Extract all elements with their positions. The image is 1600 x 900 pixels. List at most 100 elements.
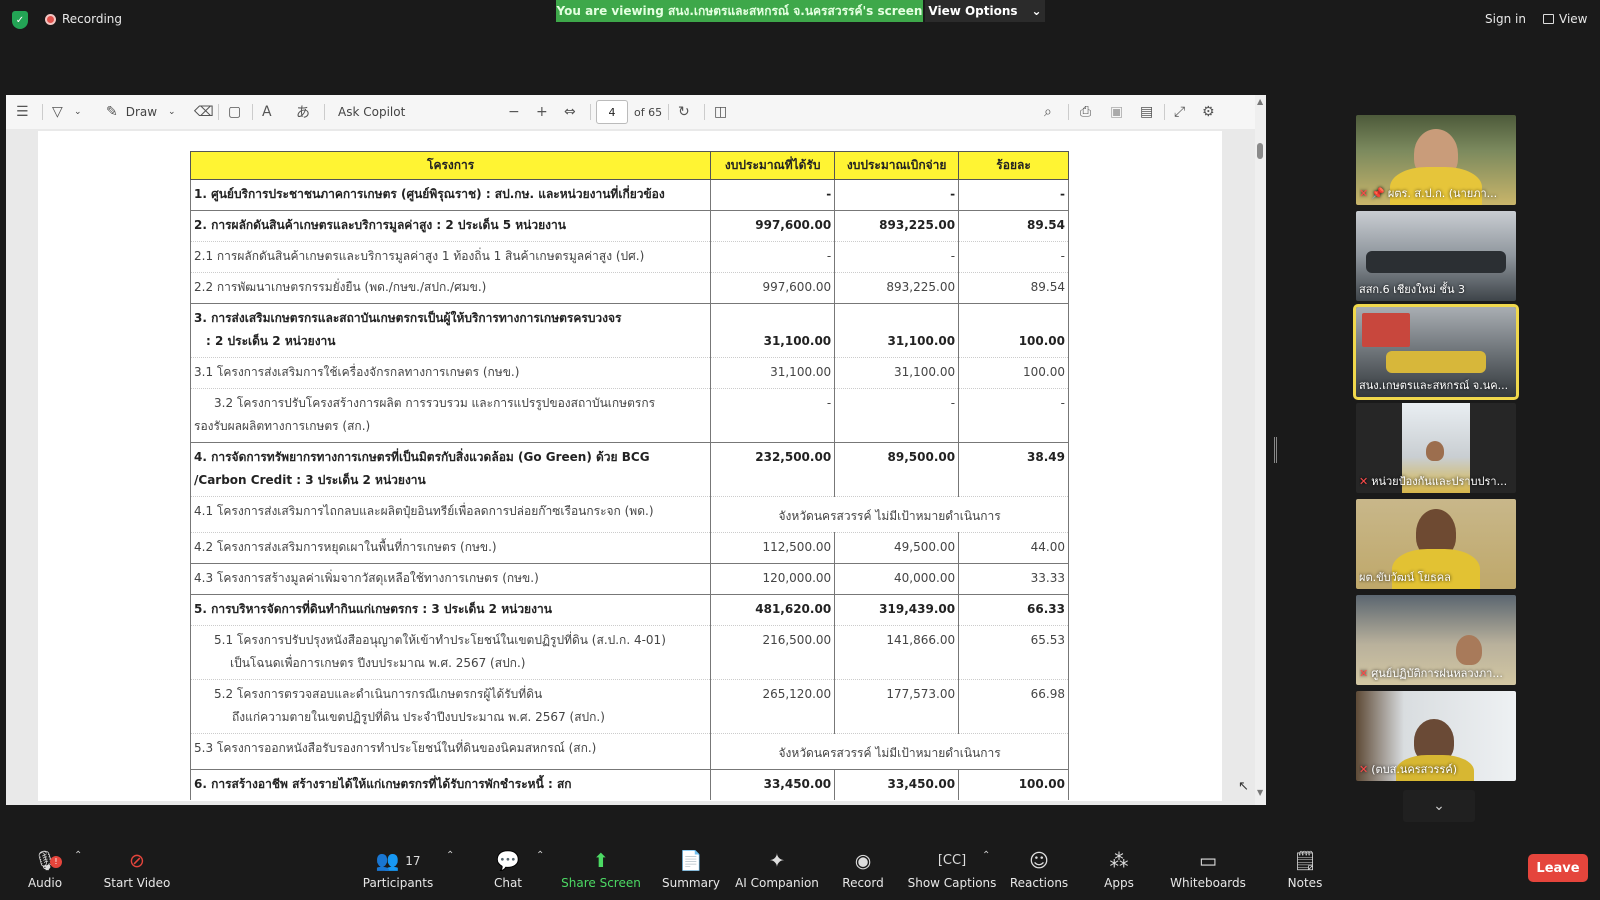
save-as-icon[interactable]: ▤: [1140, 95, 1153, 129]
meeting-controls-bar: 🎙 Audio ! ⌃ ⊘ Start Video 👥 17 Participa…: [0, 840, 1600, 900]
recording-indicator: Recording: [45, 12, 122, 26]
draw-chevron-icon[interactable]: ⌄: [168, 95, 176, 129]
row-percent: 89.54: [958, 272, 1069, 304]
search-icon[interactable]: ⌕: [1044, 95, 1052, 129]
row-spent: 319,439.00: [834, 594, 960, 626]
ai-companion-button[interactable]: ✦ AI Companion: [732, 848, 822, 890]
header-project: โครงการ: [189, 151, 712, 180]
row-received: 112,500.00: [710, 532, 836, 564]
row-spent: -: [834, 388, 960, 443]
row-percent: 89.54: [958, 210, 1069, 242]
rotate-icon[interactable]: ↻: [678, 95, 690, 129]
participant-name-text: สนง.เกษตรและสหกรณ์ จ.นค...: [1359, 379, 1509, 392]
participant-tile[interactable]: ✕ หน่วยป้องกันและปราบปรา...: [1356, 403, 1516, 493]
page-view-icon[interactable]: ▢: [228, 95, 241, 129]
row-label: 5.1 โครงการปรับปรุงหนังสืออนุญาตให้เข้าท…: [189, 625, 712, 680]
chat-options-caret-icon[interactable]: ⌃: [536, 850, 544, 861]
sign-in-link[interactable]: Sign in: [1485, 12, 1526, 26]
gallery-resize-handle[interactable]: [1274, 437, 1277, 463]
reactions-label: Reactions: [1009, 876, 1069, 890]
ask-copilot-button[interactable]: Ask Copilot: [338, 95, 405, 129]
participant-tile-active-speaker[interactable]: สนง.เกษตรและสหกรณ์ จ.นค...: [1353, 304, 1519, 400]
summary-button[interactable]: 📄 Summary: [646, 848, 736, 890]
row-percent: 33.33: [958, 563, 1069, 595]
participant-tile[interactable]: ✕ (ตบส.นครสวรรค์): [1356, 691, 1516, 781]
captions-options-caret-icon[interactable]: ⌃: [982, 850, 990, 861]
row-percent: 44.00: [958, 532, 1069, 564]
record-icon: ◉: [854, 850, 872, 872]
row-label-line1: 3.2 โครงการปรับโครงสร้างการผลิต การรวบรว…: [214, 396, 656, 410]
highlight-chevron-icon[interactable]: ⌄: [74, 95, 82, 129]
audio-options-caret-icon[interactable]: ⌃: [74, 850, 82, 861]
fit-width-icon[interactable]: ⇔: [564, 95, 576, 129]
table-row: 4.1 โครงการส่งเสริมการไถกลบและผลิตปุ๋ยอิ…: [189, 496, 1069, 533]
whiteboards-button[interactable]: ▭ Whiteboards: [1163, 848, 1253, 890]
row-label-line1: 3. การส่งเสริมเกษตรกรและสถาบันเกษตรกรเป็…: [194, 311, 622, 325]
mouse-cursor-icon: ↖: [1238, 779, 1249, 794]
row-percent: -: [958, 179, 1069, 211]
header-received: งบประมาณที่ได้รับ: [710, 151, 836, 180]
page-number-group: 4: [596, 95, 628, 129]
row-received: 33,450.00: [710, 769, 836, 800]
contents-list-icon[interactable]: ☰: [16, 95, 29, 129]
row-label: 6. การสร้างอาชีพ สร้างรายได้ให้แก่เกษตรก…: [189, 769, 712, 800]
security-shield-icon[interactable]: ✓: [12, 11, 28, 29]
leave-button[interactable]: Leave: [1528, 854, 1588, 882]
participant-tile[interactable]: ✕ 📌 ผตร. ส.ป.ก. (นายภา...: [1356, 115, 1516, 205]
row-percent: -: [958, 241, 1069, 273]
record-label: Record: [842, 876, 884, 890]
two-page-view-icon[interactable]: ◫: [714, 95, 727, 129]
participant-name-text: (ตบส.นครสวรรค์): [1371, 763, 1457, 776]
scroll-up-arrow-icon[interactable]: ▲: [1257, 97, 1263, 106]
view-options-button[interactable]: View Options ⌄: [925, 0, 1045, 22]
print-icon[interactable]: ⎙: [1080, 95, 1091, 129]
pdf-scrollbar[interactable]: [1255, 95, 1266, 805]
whiteboard-icon: ▭: [1199, 850, 1217, 872]
row-label: 4.2 โครงการส่งเสริมการหยุดเผาในพื้นที่กา…: [189, 532, 712, 564]
whiteboards-label: Whiteboards: [1170, 876, 1246, 890]
participant-tile[interactable]: ผต.ขับวัฒน์ โยธคล: [1356, 499, 1516, 589]
participants-icon: 👥: [375, 850, 400, 872]
chevron-down-icon: ⌄: [1433, 798, 1445, 814]
header-spent: งบประมาณเบิกจ่าย: [834, 151, 960, 180]
participant-gallery: ✕ 📌 ผตร. ส.ป.ก. (นายภา... สสก.6 เชียงใหม…: [1353, 115, 1520, 787]
notes-button[interactable]: 🗒 Notes: [1260, 848, 1350, 890]
gallery-scroll-down-button[interactable]: ⌄: [1403, 790, 1475, 822]
draw-button[interactable]: ✎ Draw: [106, 95, 157, 129]
row-percent: 100.00: [958, 769, 1069, 800]
participants-button[interactable]: 👥 17 Participants: [353, 848, 443, 890]
shared-screen-viewer: ☰ ▽ ⌄ ✎ Draw ⌄ ⌫ ▢ A あ Ask Copilot − + ⇔…: [6, 95, 1266, 805]
notes-icon: 🗒: [1292, 850, 1318, 872]
share-screen-button[interactable]: ⬆ Share Screen: [556, 848, 646, 890]
apps-label: Apps: [1104, 876, 1134, 890]
eraser-icon[interactable]: ⌫: [194, 95, 214, 129]
participant-tile[interactable]: สสก.6 เชียงใหม่ ชั้น 3: [1356, 211, 1516, 301]
mic-muted-icon: ✕: [1359, 762, 1369, 776]
save-icon[interactable]: ▣: [1110, 95, 1123, 129]
read-aloud-icon[interactable]: A: [262, 95, 272, 129]
participant-tile[interactable]: ✕ ศูนย์ปฏิบัติการฝนหลวงภา...: [1356, 595, 1516, 685]
no-target-note: จังหวัดนครสวรรค์ ไม่มีเป้าหมายดำเนินการ: [710, 733, 1069, 770]
row-received: 120,000.00: [710, 563, 836, 595]
highlight-icon[interactable]: ▽: [52, 95, 63, 129]
page-number-input[interactable]: 4: [596, 100, 628, 124]
row-label: 5. การบริหารจัดการที่ดินทำกินแก่เกษตรกร …: [189, 594, 712, 626]
participant-name-text: สสก.6 เชียงใหม่ ชั้น 3: [1359, 283, 1465, 296]
notes-label: Notes: [1287, 876, 1323, 890]
apps-button[interactable]: ⁂ Apps: [1074, 848, 1164, 890]
translate-icon[interactable]: あ: [296, 95, 310, 129]
pdf-scroll-thumb[interactable]: [1257, 143, 1263, 159]
start-video-button[interactable]: ⊘ Start Video: [92, 848, 182, 890]
zoom-out-icon[interactable]: −: [508, 95, 520, 129]
pen-icon: ✎: [106, 104, 118, 120]
fullscreen-icon[interactable]: ⤢: [1174, 95, 1185, 129]
participants-options-caret-icon[interactable]: ⌃: [446, 850, 454, 861]
record-button[interactable]: ◉ Record: [818, 848, 908, 890]
zoom-in-icon[interactable]: +: [536, 95, 548, 129]
smiley-icon: ☺: [1029, 850, 1049, 872]
view-button[interactable]: View: [1543, 12, 1587, 26]
table-row: 4.2 โครงการส่งเสริมการหยุดเผาในพื้นที่กา…: [189, 532, 1069, 564]
scroll-down-arrow-icon[interactable]: ▼: [1257, 788, 1263, 797]
reactions-button[interactable]: ☺ Reactions: [994, 848, 1084, 890]
settings-gear-icon[interactable]: ⚙: [1202, 95, 1215, 129]
